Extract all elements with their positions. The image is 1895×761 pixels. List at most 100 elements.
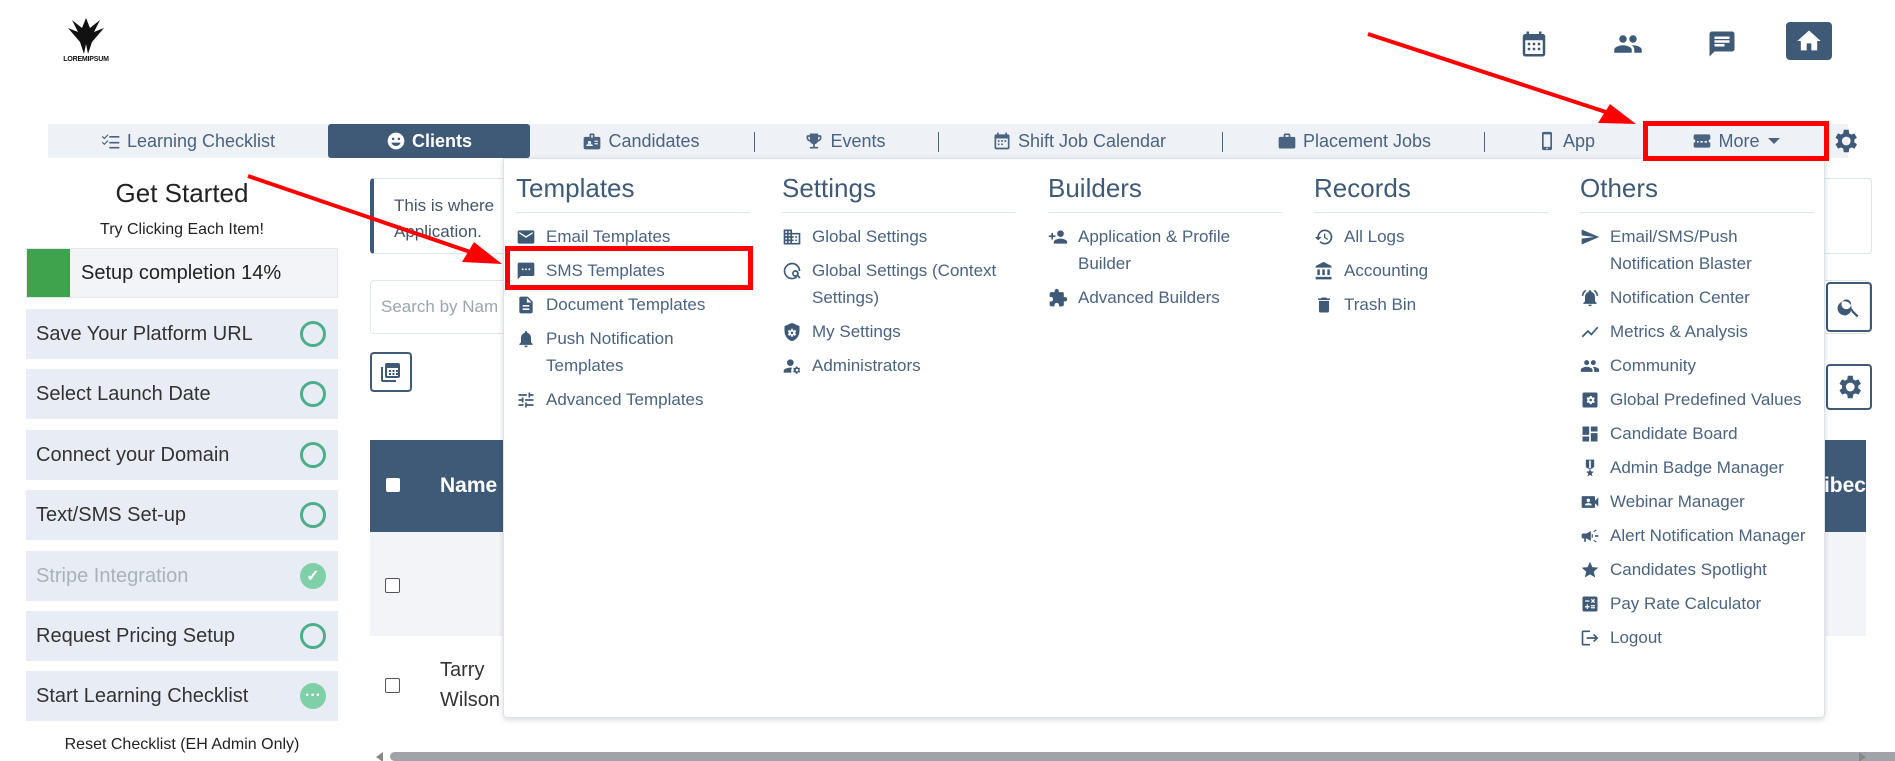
checklist-item-label: Select Launch Date <box>36 382 211 405</box>
briefcase-icon <box>1278 133 1296 149</box>
table-row-name: Tarry Wilson <box>440 655 500 715</box>
menu-item-document-templates[interactable]: Document Templates <box>516 291 750 318</box>
menu-column-title: Builders <box>1048 173 1282 213</box>
menu-item-my-settings[interactable]: My Settings <box>782 318 1016 345</box>
status-circle-icon <box>300 381 326 407</box>
nav-events[interactable]: Events <box>800 124 890 158</box>
menu-item-candidates-spotlight[interactable]: Candidates Spotlight <box>1580 556 1814 583</box>
menu-item-label: Advanced Templates <box>546 390 704 409</box>
menu-item-all-logs[interactable]: All Logs <box>1314 223 1548 250</box>
brand-logo[interactable]: LOREMIPSUM <box>60 14 112 68</box>
row-checkbox[interactable] <box>385 578 400 593</box>
menu-item-webinar-manager[interactable]: Webinar Manager <box>1580 488 1814 515</box>
nav-label: Placement Jobs <box>1302 130 1432 151</box>
checklist-item-sms-setup[interactable]: Text/SMS Set-up <box>26 490 338 540</box>
row-name-last: Wilson <box>440 689 501 711</box>
nav-separator <box>938 132 939 152</box>
checklist-item-pricing[interactable]: Request Pricing Setup <box>26 611 338 661</box>
table-settings-button[interactable] <box>1826 364 1872 410</box>
logo-text: LOREMIPSUM <box>63 56 109 63</box>
logout-icon <box>1581 630 1599 646</box>
select-all-checkbox[interactable] <box>386 478 400 492</box>
horizontal-scrollbar[interactable] <box>370 750 1895 761</box>
status-circle-icon <box>300 502 326 528</box>
app-page: LOREMIPSUM Learning Checklist Clients Ca… <box>0 0 1895 761</box>
menu-item-accounting[interactable]: Accounting <box>1314 257 1548 284</box>
menu-item-context-settings[interactable]: Global Settings (Context Settings) <box>782 257 1016 311</box>
menu-item-predefined-values[interactable]: Global Predefined Values <box>1580 386 1814 413</box>
send-icon <box>1581 229 1600 245</box>
highlight-more-box <box>1643 121 1829 161</box>
menu-item-advanced-templates[interactable]: Advanced Templates <box>516 386 750 413</box>
puzzle-icon <box>1049 288 1068 307</box>
people-icon[interactable] <box>1608 24 1648 64</box>
progress-label: Setup completion 14% <box>81 261 282 284</box>
menu-item-badge-manager[interactable]: Admin Badge Manager <box>1580 454 1814 481</box>
menu-item-push-templates[interactable]: Push Notification Templates <box>516 325 750 379</box>
checklist-item-launch-date[interactable]: Select Launch Date <box>26 369 338 419</box>
chat-icon[interactable] <box>1702 24 1742 64</box>
nav-shift-job-calendar[interactable]: Shift Job Calendar <box>986 124 1172 158</box>
menu-column-title: Others <box>1580 173 1814 213</box>
checklist-item-learning[interactable]: Start Learning Checklist ··· <box>26 671 338 721</box>
scroll-right-icon[interactable] <box>1859 752 1866 761</box>
menu-column-title: Records <box>1314 173 1548 213</box>
menu-item-community[interactable]: Community <box>1580 352 1814 379</box>
scroll-left-icon[interactable] <box>376 752 383 761</box>
menu-item-candidate-board[interactable]: Candidate Board <box>1580 420 1814 447</box>
column-picker-button[interactable] <box>370 352 412 392</box>
star-icon <box>1581 561 1599 578</box>
nav-separator <box>754 132 755 152</box>
nav-learning-checklist[interactable]: Learning Checklist <box>98 124 278 158</box>
nav-label: Shift Job Calendar <box>1017 130 1167 151</box>
menu-item-label: Accounting <box>1344 261 1429 280</box>
row-checkbox[interactable] <box>385 678 400 693</box>
checklist-item-platform-url[interactable]: Save Your Platform URL <box>26 309 338 359</box>
menu-item-metrics[interactable]: Metrics & Analysis <box>1580 318 1814 345</box>
home-button[interactable] <box>1786 22 1832 60</box>
menu-item-label: Advanced Builders <box>1078 288 1220 307</box>
menu-item-pay-rate-calculator[interactable]: Pay Rate Calculator <box>1580 590 1814 617</box>
menu-item-alert-manager[interactable]: Alert Notification Manager <box>1580 522 1814 549</box>
nav-placement-jobs[interactable]: Placement Jobs <box>1272 124 1436 158</box>
envelope-icon <box>517 230 535 244</box>
menu-item-advanced-builders[interactable]: Advanced Builders <box>1048 284 1282 311</box>
search-button[interactable] <box>1826 282 1872 332</box>
setup-progress-bar: Setup completion 14% <box>26 248 338 298</box>
trophy-icon <box>806 133 822 149</box>
menu-item-label: Trash Bin <box>1344 295 1417 314</box>
menu-item-label: Candidates Spotlight <box>1610 560 1767 579</box>
column-header-name[interactable]: Name <box>440 474 497 498</box>
nav-separator <box>1484 132 1485 152</box>
checklist-item-label: Stripe Integration <box>36 564 189 587</box>
building-icon <box>783 229 801 245</box>
menu-item-logout[interactable]: Logout <box>1580 624 1814 651</box>
menu-item-label: Admin Badge Manager <box>1610 458 1784 477</box>
nav-clients[interactable]: Clients <box>328 124 530 158</box>
menu-item-global-settings[interactable]: Global Settings <box>782 223 1016 250</box>
menu-item-notification-blaster[interactable]: Email/SMS/Push Notification Blaster <box>1580 223 1814 277</box>
menu-item-label: My Settings <box>812 322 901 341</box>
menu-item-administrators[interactable]: Administrators <box>782 352 1016 379</box>
user-gear-icon <box>783 359 801 374</box>
checklist-item-stripe[interactable]: Stripe Integration ✓ <box>26 551 338 601</box>
menu-column-builders: Builders Application & Profile Builder A… <box>1048 173 1282 318</box>
settings-box-icon <box>1582 392 1598 408</box>
reset-checklist-link[interactable]: Reset Checklist (EH Admin Only) <box>26 736 338 754</box>
menu-item-application-builder[interactable]: Application & Profile Builder <box>1048 223 1282 277</box>
calendar-icon[interactable] <box>1514 24 1554 64</box>
menu-column-records: Records All Logs Accounting Trash Bin <box>1314 173 1548 325</box>
menu-item-notification-center[interactable]: Notification Center <box>1580 284 1814 311</box>
nav-app[interactable]: App <box>1534 124 1598 158</box>
nav-candidates[interactable]: Candidates <box>576 124 706 158</box>
menu-column-others: Others Email/SMS/Push Notification Blast… <box>1580 173 1814 658</box>
gear-icon <box>1839 375 1861 399</box>
scrollbar-thumb[interactable] <box>390 752 1895 761</box>
menu-item-label: Document Templates <box>546 295 706 314</box>
checklist-item-domain[interactable]: Connect your Domain <box>26 430 338 480</box>
row-name-first: Tarry <box>440 659 485 681</box>
menu-item-trash-bin[interactable]: Trash Bin <box>1314 291 1548 318</box>
video-call-icon <box>1581 496 1599 508</box>
gear-icon[interactable] <box>1830 126 1860 156</box>
menu-item-label: Global Settings <box>812 227 928 246</box>
